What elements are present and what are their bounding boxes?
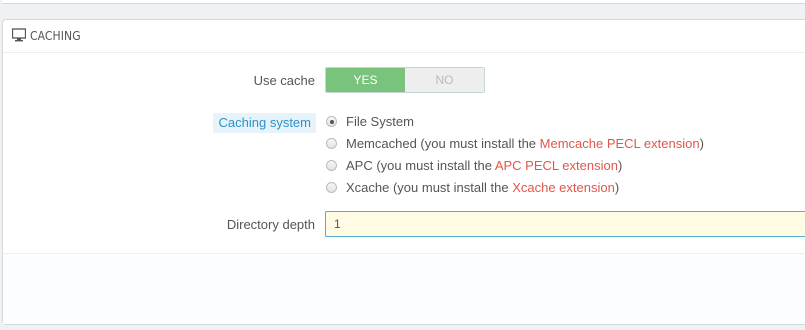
panel-heading: CACHING [3, 20, 805, 53]
radio-label: Memcached (you must install the Memcache… [346, 136, 704, 151]
radio-button-memcached[interactable] [326, 138, 337, 149]
radio-button-file-system[interactable] [326, 116, 337, 127]
radio-button-xcache[interactable] [326, 182, 337, 193]
radio-label: APC (you must install the APC PECL exten… [346, 158, 623, 173]
caching-system-label: Caching system [212, 113, 316, 133]
directory-depth-input[interactable] [325, 211, 805, 237]
panel-title: CACHING [30, 29, 81, 43]
desktop-icon [12, 28, 26, 42]
use-cache-yes-option[interactable]: YES [326, 68, 405, 92]
radio-label: File System [346, 114, 414, 129]
use-cache-label: Use cache [253, 73, 315, 88]
panel-footer [3, 253, 805, 324]
previous-panel-edge [2, 0, 805, 4]
xcache-extension-link[interactable]: Xcache extension [512, 180, 615, 195]
radio-button-apc[interactable] [326, 160, 337, 171]
directory-depth-label: Directory depth [226, 217, 315, 232]
apc-extension-link[interactable]: APC PECL extension [495, 158, 618, 173]
use-cache-no-option[interactable]: NO [405, 68, 484, 92]
memcache-extension-link[interactable]: Memcache PECL extension [540, 136, 700, 151]
radio-label: Xcache (you must install the Xcache exte… [346, 180, 620, 195]
use-cache-toggle[interactable]: YES NO [325, 67, 485, 93]
caching-panel: CACHING Use cache YES NO Caching system … [2, 19, 805, 325]
